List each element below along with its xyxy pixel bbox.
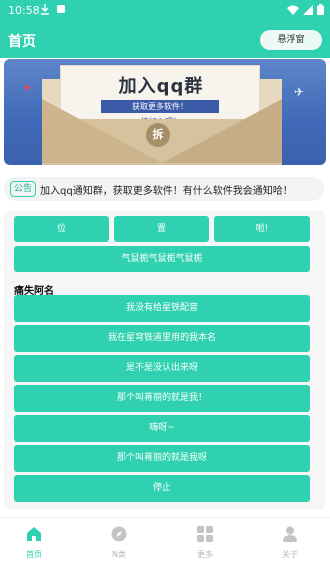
list-button-5[interactable]: 嗨呀~	[14, 415, 310, 442]
list-button-6[interactable]: 那个叫蒋丽的就是我呀	[14, 445, 310, 472]
compass-icon	[111, 526, 127, 542]
star-icon: ✦	[22, 81, 33, 95]
envelope-seal: 拆	[146, 123, 170, 147]
status-time: 10:58	[8, 4, 40, 17]
bottom-navigation: 首页 N类 更多 关于	[0, 517, 330, 565]
top-button-2[interactable]: 置	[114, 216, 209, 242]
announcement-bar: 公告 加入qq通知群，获取更多软件！有什么软件我会通知哈！	[4, 177, 324, 201]
announcement-text: 加入qq通知群，获取更多软件！有什么软件我会通知哈！	[40, 186, 293, 197]
float-window-button[interactable]: 悬浮窗	[260, 30, 322, 50]
stop-button[interactable]: 停止	[14, 475, 310, 502]
banner-title: 加入qq群	[118, 76, 204, 97]
battery-icon	[317, 4, 324, 15]
nav-item-category[interactable]: N类	[89, 524, 149, 564]
nav-label-category: N类	[112, 550, 126, 559]
list-button-1[interactable]: 我没有给星铁配音	[14, 295, 310, 322]
nav-item-more[interactable]: 更多	[175, 524, 235, 564]
list-button-2[interactable]: 我在星穹铁道里用的我本名	[14, 325, 310, 352]
nav-item-about[interactable]: 关于	[260, 524, 320, 564]
user-icon	[283, 526, 297, 542]
top-button-3[interactable]: 啦!	[214, 216, 310, 242]
status-system-icons	[287, 4, 324, 15]
page-title: 首页	[8, 34, 36, 50]
status-bar: 10:58	[0, 0, 330, 22]
paper-plane-icon: ✈	[293, 85, 304, 99]
top-button-1[interactable]: 位	[14, 216, 109, 242]
qq-group-banner[interactable]: ✦ ✈ 加入qq群 获取更多软件！ 快加入吧！ 拆	[4, 59, 326, 165]
nav-label-about: 关于	[282, 550, 298, 559]
grid-icon	[197, 526, 213, 542]
app-notification-icon	[57, 5, 65, 13]
nav-label-more: 更多	[197, 550, 213, 559]
wide-sound-button[interactable]: 气鼠栀气鼠栀气鼠栀	[14, 246, 310, 272]
home-icon	[27, 527, 41, 541]
nav-label-home: 首页	[26, 550, 42, 559]
envelope-flap-left	[42, 99, 162, 163]
signal-icon	[303, 4, 313, 15]
status-notification-icons	[40, 3, 66, 15]
app-bar: 首页 悬浮窗	[0, 22, 330, 58]
list-button-4[interactable]: 那个叫蒋丽的就是我！	[14, 385, 310, 412]
nav-item-home[interactable]: 首页	[4, 524, 64, 564]
wifi-icon	[287, 5, 299, 15]
announcement-tag: 公告	[10, 181, 37, 197]
download-icon	[41, 4, 49, 15]
envelope-flap-right	[162, 99, 282, 163]
list-button-3[interactable]: 是不是没认出来呀	[14, 355, 310, 382]
